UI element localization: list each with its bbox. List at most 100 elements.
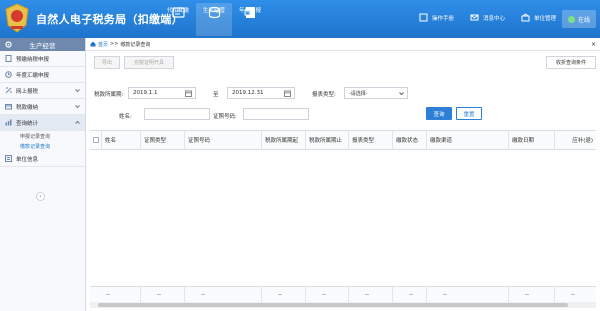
unit-manage-button[interactable]: 单位管理	[521, 13, 556, 22]
period-label: 税款所属期:	[94, 92, 124, 98]
table-header: 姓名 证照类型 证照号码 税款所属期起 税款所属期止 报表类型 缴款状态 缴款渠…	[90, 130, 596, 150]
sidebar-item-query[interactable]: 查询统计	[0, 115, 85, 131]
period-to-value: 2019.12.31	[232, 90, 264, 96]
unit-label: 单位管理	[533, 15, 556, 22]
calendar-icon[interactable]	[185, 90, 192, 97]
id-number-label: 证照号码:	[213, 114, 237, 120]
sidebar-item-tax-pay[interactable]: 税款缴纳	[0, 99, 85, 115]
sidebar-item-label: 年度汇缴申报	[16, 72, 50, 79]
gear-icon	[5, 41, 12, 48]
col-id-number[interactable]: 证照号码	[185, 131, 262, 149]
print-certificate-button[interactable]: 完税证明开具	[124, 56, 174, 69]
sidebar-item-prepay[interactable]: 预缴纳税申报	[0, 51, 85, 67]
message-label: 消息中心	[482, 15, 505, 22]
chevron-up-icon	[75, 120, 80, 124]
select-all-checkbox[interactable]	[92, 137, 99, 143]
calendar-icon[interactable]	[284, 90, 291, 97]
export-button[interactable]: 导出	[94, 56, 120, 69]
query-button[interactable]: 查询	[426, 107, 452, 120]
col-payment-status[interactable]: 缴款状态	[393, 131, 427, 149]
col-payment-date[interactable]: 缴款日期	[509, 131, 555, 149]
footer-cell: --	[571, 292, 575, 298]
footer-cell: --	[306, 287, 349, 303]
to-label: 至	[213, 92, 219, 98]
col-period-start[interactable]: 税款所属期起	[262, 131, 306, 149]
breadcrumb: 首页 >> 缴款记录查询 ×	[86, 38, 600, 51]
col-report-type[interactable]: 报表类型	[349, 131, 393, 149]
footer-cell: --	[90, 287, 141, 303]
close-tab-icon[interactable]: ×	[591, 41, 596, 48]
declare-icon	[5, 55, 12, 62]
col-name[interactable]: 姓名	[102, 131, 141, 149]
main-panel: 首页 >> 缴款记录查询 × 导出 完税证明开具 收折查询条件 税款所属期: 2…	[86, 38, 600, 311]
manual-label: 操作手册	[431, 15, 454, 22]
sidebar-item-label: 预缴纳税申报	[16, 56, 50, 63]
col-id-type[interactable]: 证照类型	[141, 131, 185, 149]
footer-cell: --	[393, 287, 427, 303]
sidebar-heading-label: 生产经营	[29, 41, 56, 50]
sidebar-item-online-tax[interactable]: 网上报税	[0, 83, 85, 99]
unit-icon	[521, 13, 530, 22]
nav-withholding[interactable]: 代扣代缴	[160, 3, 196, 36]
period-from-value: 2019.1.1	[133, 90, 158, 96]
table-body	[90, 150, 596, 286]
sidebar-item-unit-info[interactable]: 单位信息	[0, 151, 85, 167]
report-type-select[interactable]: -请选择-	[344, 87, 408, 99]
id-number-input[interactable]	[243, 108, 309, 120]
message-center-button[interactable]: 消息中心	[470, 13, 505, 22]
header-tools: 操作手册 消息中心 单位管理	[403, 13, 556, 22]
col-refund-due[interactable]: 应补(退)	[555, 131, 596, 149]
reset-button[interactable]: 重置	[456, 107, 482, 120]
scrollbar-thumb[interactable]	[98, 303, 568, 307]
sidebar-subitem-declare-records[interactable]: 申报记录查询	[0, 131, 85, 141]
nav-business[interactable]: 生产经营	[196, 3, 232, 36]
chevron-down-icon	[75, 105, 80, 109]
query-icon	[5, 119, 12, 126]
sidebar-subitem-payment-records[interactable]: 缴款记录查询	[0, 141, 85, 151]
nav-withholding-label: 代扣代缴	[166, 8, 189, 14]
period-to-field[interactable]: 2019.12.31	[227, 87, 295, 99]
breadcrumb-current: 缴款记录查询	[120, 41, 151, 48]
app-header: 自然人电子税务局（扣缴端） 代扣代缴 生产经营 年度申报 操作手册 消息中心 单…	[0, 0, 600, 38]
collapse-conditions-button[interactable]: 收折查询条件	[546, 56, 596, 69]
name-input[interactable]	[144, 108, 210, 120]
footer-cell: --	[509, 287, 555, 303]
nav-annual[interactable]: 年度申报	[232, 3, 268, 36]
name-label: 姓名:	[119, 114, 132, 120]
manual-icon	[419, 13, 428, 22]
home-icon	[90, 41, 96, 47]
breadcrumb-home[interactable]: 首页	[98, 41, 108, 48]
period-from-field[interactable]: 2019.1.1	[128, 87, 196, 99]
chevron-down-icon	[75, 89, 80, 93]
col-payment-channel[interactable]: 缴款渠道	[427, 131, 509, 149]
online-label: 在线	[577, 16, 590, 24]
nav-annual-label: 年度申报	[238, 8, 261, 14]
horizontal-scrollbar[interactable]	[90, 302, 596, 308]
footer-cell: --	[349, 287, 393, 303]
sidebar-heading: 生产经营	[0, 38, 85, 51]
sidebar-item-label: 网上报税	[16, 88, 39, 95]
col-period-end[interactable]: 税款所属期止	[306, 131, 349, 149]
nav-business-label: 生产经营	[202, 8, 225, 14]
sidebar-item-annual[interactable]: 年度汇缴申报	[0, 67, 85, 83]
chevron-down-icon	[399, 92, 404, 96]
sidebar-collapse-button[interactable]: ‹	[36, 192, 45, 201]
footer-cell: --	[427, 287, 509, 303]
footer-cell: --	[262, 287, 306, 303]
sidebar-item-label: 单位信息	[16, 156, 39, 163]
sidebar: 生产经营 预缴纳税申报 年度汇缴申报 网上报税 税款缴纳 查询统计 申报记录查询…	[0, 38, 86, 311]
unit-info-icon	[5, 155, 12, 162]
manual-button[interactable]: 操作手册	[419, 13, 454, 22]
tax-emblem-icon	[5, 3, 29, 33]
report-type-value: -请选择-	[349, 90, 368, 97]
table-footer: -- -- -- -- -- -- -- -- -- --	[90, 286, 596, 303]
footer-cell: --	[185, 287, 262, 303]
breadcrumb-separator: >>	[110, 41, 119, 47]
annual-icon	[5, 71, 12, 78]
sidebar-item-label: 查询统计	[16, 120, 39, 127]
top-nav: 代扣代缴 生产经营 年度申报	[160, 3, 268, 36]
online-status[interactable]: 在线	[562, 10, 596, 28]
report-type-label: 报表类型:	[312, 92, 336, 98]
message-icon	[470, 14, 479, 21]
footer-cell: --	[141, 287, 185, 303]
